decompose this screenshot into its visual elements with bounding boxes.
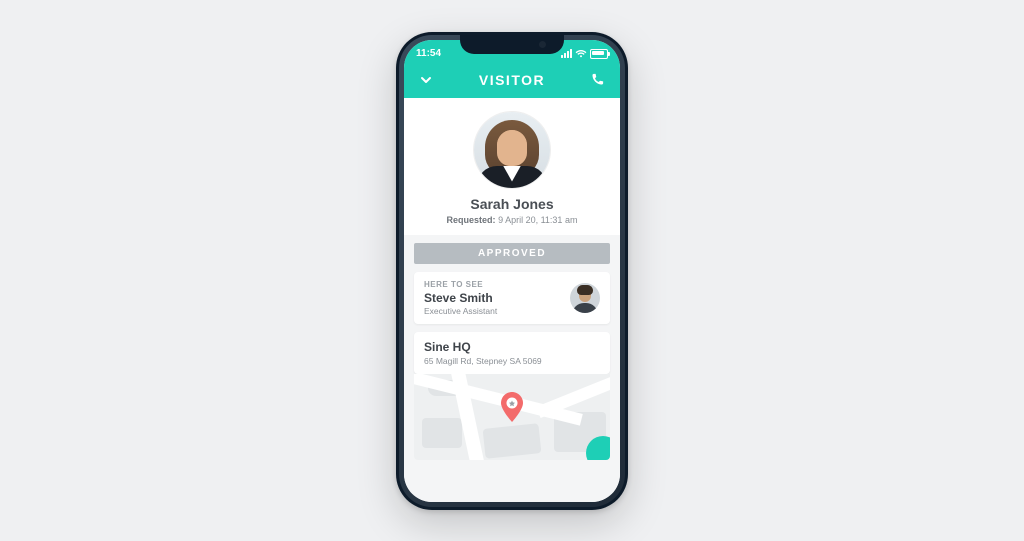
visitor-requested: Requested: 9 April 20, 11:31 am (414, 215, 610, 225)
phone-icon (590, 72, 605, 87)
wifi-icon (575, 49, 587, 58)
location-name: Sine HQ (424, 340, 600, 354)
phone-notch (460, 32, 564, 54)
battery-icon (590, 49, 608, 59)
location-card[interactable]: Sine HQ 65 Magill Rd, Stepney SA 5069 (414, 332, 610, 374)
back-button[interactable] (416, 70, 436, 90)
map-block (422, 418, 462, 448)
phone-frame: 11:54 VISITOR (396, 32, 628, 510)
host-section-label: HERE TO SEE (424, 280, 497, 289)
visitor-hero: Sarah Jones Requested: 9 April 20, 11:31… (404, 98, 620, 235)
content-area: Sarah Jones Requested: 9 April 20, 11:31… (404, 98, 620, 502)
signal-icon (561, 49, 572, 58)
visitor-avatar[interactable] (474, 112, 550, 188)
chevron-down-icon (419, 73, 433, 87)
phone-screen: 11:54 VISITOR (404, 40, 620, 502)
avatar-face (497, 130, 527, 166)
host-text: HERE TO SEE Steve Smith Executive Assist… (424, 280, 497, 316)
host-name: Steve Smith (424, 291, 497, 305)
stage: 11:54 VISITOR (0, 0, 1024, 541)
header-row: VISITOR (416, 70, 608, 90)
status-time: 11:54 (416, 48, 441, 59)
status-badge: APPROVED (414, 243, 610, 264)
requested-label: Requested: (447, 215, 496, 225)
host-card[interactable]: HERE TO SEE Steve Smith Executive Assist… (414, 272, 610, 324)
host-role: Executive Assistant (424, 306, 497, 316)
host-avatar (570, 283, 600, 313)
visitor-name: Sarah Jones (414, 196, 610, 212)
map-pin-icon (501, 392, 523, 427)
requested-value: 9 April 20, 11:31 am (498, 215, 577, 225)
avatar-shoulders (477, 166, 547, 188)
map-block (483, 423, 542, 459)
call-button[interactable] (588, 70, 608, 90)
status-indicators (561, 49, 608, 59)
map-preview[interactable] (414, 374, 610, 460)
location-address: 65 Magill Rd, Stepney SA 5069 (424, 356, 600, 366)
page-title: VISITOR (479, 72, 545, 88)
